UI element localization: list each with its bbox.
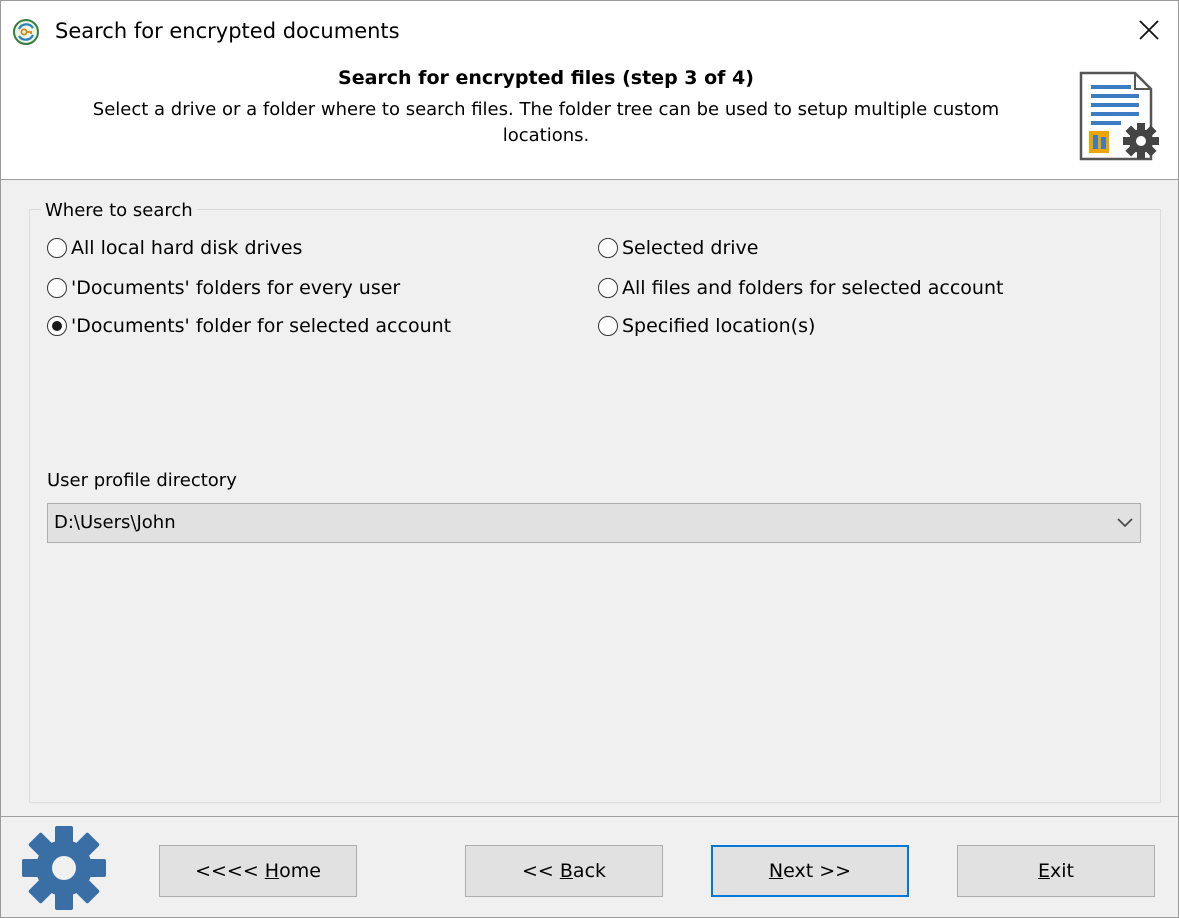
wizard-header: Search for encrypted files (step 3 of 4)… xyxy=(1,59,1178,180)
radio-label: Selected drive xyxy=(622,237,759,259)
gear-icon xyxy=(22,826,106,910)
radio-circle-checked xyxy=(47,316,67,336)
radio-circle xyxy=(47,238,67,258)
radio-label: 'Documents' folders for every user xyxy=(71,277,401,299)
radio-label: All files and folders for selected accou… xyxy=(622,277,1004,299)
radio-all-files-selected-account[interactable]: All files and folders for selected accou… xyxy=(598,275,1003,301)
user-profile-label: User profile directory xyxy=(47,470,237,491)
step-title: Search for encrypted files (step 3 of 4) xyxy=(338,67,754,89)
window-title: Search for encrypted documents xyxy=(55,19,400,43)
refresh-key-icon xyxy=(13,19,39,45)
footer-separator xyxy=(1,816,1178,817)
radio-all-local-drives[interactable]: All local hard disk drives xyxy=(47,235,302,261)
radio-documents-selected-account[interactable]: 'Documents' folder for selected account xyxy=(47,313,451,339)
close-button[interactable] xyxy=(1120,1,1178,59)
group-label: Where to search xyxy=(41,198,197,224)
dialog-window: Search for encrypted documents Search fo… xyxy=(0,0,1179,918)
home-button-accel: H xyxy=(264,860,280,882)
back-button-accel: B xyxy=(559,860,573,882)
radio-circle xyxy=(598,238,618,258)
combobox-value: D:\Users\John xyxy=(54,512,176,533)
home-button[interactable]: <<<< Home xyxy=(159,845,357,897)
radio-circle xyxy=(598,278,618,298)
chevron-down-icon[interactable] xyxy=(1110,504,1140,542)
exit-button[interactable]: Exit xyxy=(957,845,1155,897)
close-icon xyxy=(1139,20,1159,40)
radio-label: Specified location(s) xyxy=(622,315,816,337)
home-button-rest: ome xyxy=(279,860,321,882)
home-button-prefix: <<<< xyxy=(195,860,265,882)
back-button[interactable]: << Back xyxy=(465,845,663,897)
next-button-accel: N xyxy=(768,860,784,882)
radio-selected-drive[interactable]: Selected drive xyxy=(598,235,759,261)
exit-button-accel: E xyxy=(1038,860,1051,882)
radio-label: 'Documents' folder for selected account xyxy=(71,315,452,337)
step-description: Select a drive or a folder where to sear… xyxy=(92,99,1000,146)
document-key-gear-icon xyxy=(1079,71,1159,161)
radio-specified-locations[interactable]: Specified location(s) xyxy=(598,313,815,339)
radio-documents-every-user[interactable]: 'Documents' folders for every user xyxy=(47,275,400,301)
next-button-rest: ext >> xyxy=(783,860,852,882)
title-bar: Search for encrypted documents xyxy=(1,1,1178,59)
user-profile-combobox[interactable]: D:\Users\John xyxy=(47,503,1141,543)
radio-label: All local hard disk drives xyxy=(71,237,303,259)
next-button[interactable]: Next >> xyxy=(711,845,909,897)
radio-circle xyxy=(47,278,67,298)
back-button-prefix: << xyxy=(521,860,560,882)
exit-button-rest: xit xyxy=(1050,860,1074,882)
back-button-rest: ack xyxy=(572,860,607,882)
radio-circle xyxy=(598,316,618,336)
